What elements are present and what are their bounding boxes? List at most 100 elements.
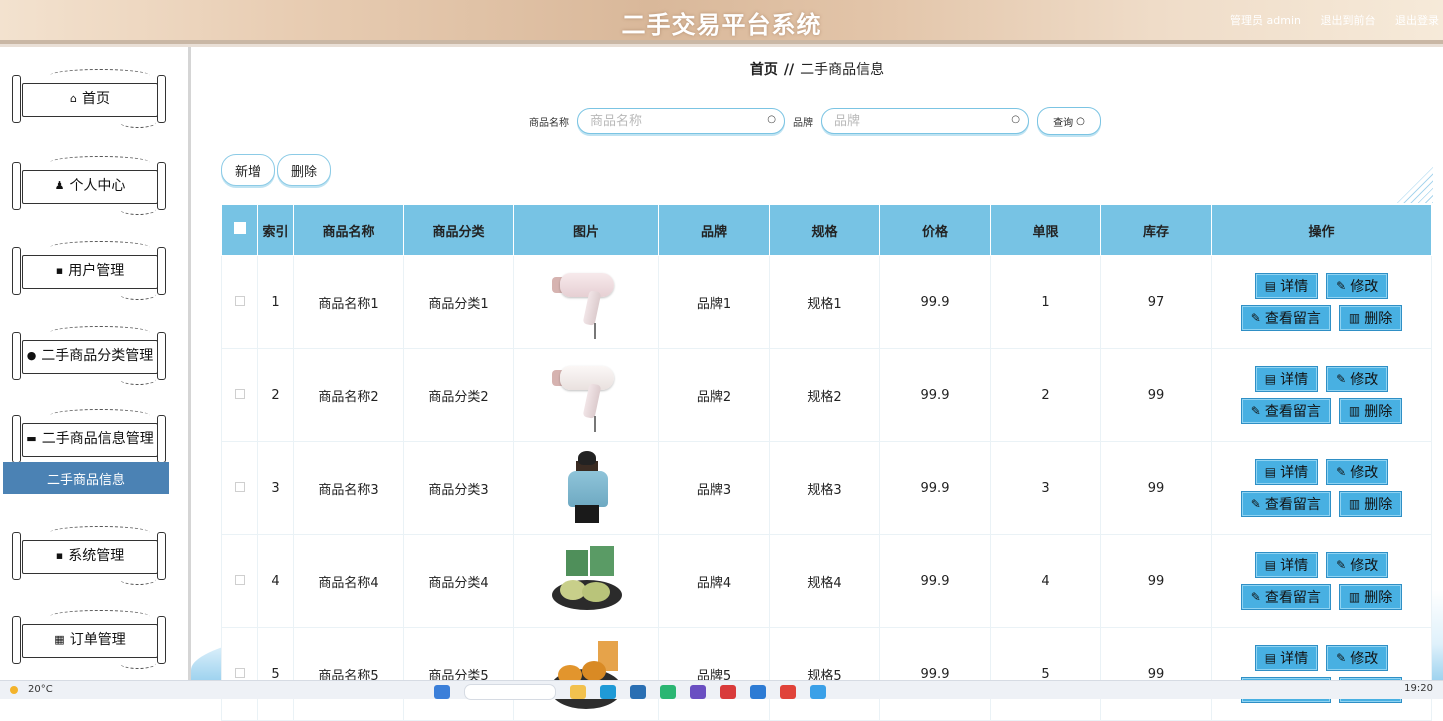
cell-image (513, 627, 659, 721)
name-search-input[interactable] (588, 112, 762, 130)
edit-label: 修改 (1350, 651, 1379, 667)
edit-button[interactable]: ✎ 修改 (1326, 366, 1389, 392)
brand-search-box: ○ (821, 108, 1029, 134)
brand-search-input[interactable] (832, 112, 1006, 130)
store-icon[interactable] (630, 685, 646, 699)
add-button[interactable]: 新增 (221, 154, 276, 186)
detail-button[interactable]: ▤ 详情 (1254, 645, 1319, 671)
header-user-links: 管理员 admin 退出到前台 退出登录 (1214, 12, 1439, 28)
os-taskbar: 20°C 19:20 (0, 680, 1443, 700)
document-icon: ▤ (1264, 279, 1277, 293)
package-box (566, 550, 588, 576)
batch-delete-button[interactable]: 删除 (277, 154, 332, 186)
row-select-cell (221, 534, 258, 628)
table-row: 2 商品名称2 商品分类2 品牌2 规格2 99.9 2 99 ▤ 详情 ✎ 修… (221, 348, 1432, 442)
delete-button[interactable]: ▥删除 (1338, 584, 1403, 610)
detail-button[interactable]: ▤ 详情 (1254, 366, 1319, 392)
breadcrumb-home[interactable]: 首页 (750, 62, 778, 78)
cell-name: 商品名称2 (293, 348, 404, 442)
table-icon: ▦ (54, 632, 65, 646)
detail-button[interactable]: ▤ 详情 (1254, 459, 1319, 485)
detail-label: 详情 (1280, 465, 1309, 481)
chat-icon[interactable] (660, 685, 676, 699)
app-icon[interactable] (720, 685, 736, 699)
comments-label: 查看留言 (1264, 404, 1321, 420)
grid-icon: ▪ (55, 548, 64, 562)
row-checkbox[interactable] (234, 388, 245, 399)
detail-button[interactable]: ▤ 详情 (1254, 273, 1319, 299)
column-header-index: 索引 (257, 204, 294, 256)
cell-actions: ▤详情 ✎修改 ✎查看留言 ▥删除 (1211, 348, 1432, 442)
sidebar-item-goods-management[interactable]: ▬ 二手商品信息管理 (10, 397, 170, 468)
cell-actions: ▤详情 ✎修改 ✎查看留言 ▥删除 (1211, 255, 1432, 349)
cake-piece (582, 582, 610, 602)
action-line: ▤ 详情 ✎ 修改 (1254, 273, 1389, 299)
row-checkbox[interactable] (234, 667, 245, 678)
main-content: 首页 // 二手商品信息 商品名称 ○ 品牌 ○ 查询 ○ 新增 删除 (191, 47, 1443, 721)
delete-button[interactable]: ▥删除 (1338, 305, 1403, 331)
view-comments-button[interactable]: ✎查看留言 (1240, 491, 1331, 517)
query-button[interactable]: 查询 ○ (1037, 107, 1101, 135)
person-icon: ♟ (54, 178, 65, 192)
taskbar-clock[interactable]: 19:20 (1404, 683, 1433, 694)
sidebar-item-home[interactable]: ⌂ 首页 (10, 57, 170, 128)
product-image-biscuits[interactable] (548, 635, 624, 713)
sidebar-item-content: ♟ 个人中心 (55, 175, 126, 195)
weather-sun-icon (10, 685, 18, 694)
scroll-doodle (50, 69, 150, 82)
sidebar-item-system[interactable]: ▪ 系统管理 (10, 514, 170, 585)
view-comments-button[interactable]: ✎查看留言 (1240, 584, 1331, 610)
product-image-hoodie[interactable] (548, 449, 624, 527)
submenu-goods-info[interactable]: 二手商品信息 (3, 462, 169, 494)
chrome-icon[interactable] (780, 685, 796, 699)
edit-button[interactable]: ✎ 修改 (1326, 645, 1389, 671)
exit-to-front-link[interactable]: 退出到前台 (1321, 14, 1376, 27)
pencil-icon: ✎ (1250, 404, 1261, 418)
detail-button[interactable]: ▤ 详情 (1254, 552, 1319, 578)
start-icon[interactable] (434, 685, 450, 699)
browser-icon[interactable] (600, 685, 616, 699)
comments-label: 查看留言 (1264, 497, 1321, 513)
cell-brand: 品牌4 (658, 534, 770, 628)
cell-image (513, 348, 659, 442)
row-checkbox[interactable] (234, 295, 245, 306)
select-all-header[interactable] (221, 204, 258, 256)
code-icon[interactable] (750, 685, 766, 699)
sidebar-item-users[interactable]: ▪ 用户管理 (10, 229, 170, 300)
ide-icon[interactable] (690, 685, 706, 699)
sidebar-item-personal-center[interactable]: ♟ 个人中心 (10, 144, 170, 215)
product-image-mooncakes[interactable] (548, 542, 624, 620)
delete-button[interactable]: ▥删除 (1338, 398, 1403, 424)
brand-search-label: 品牌 (793, 117, 813, 129)
edit-button[interactable]: ✎ 修改 (1326, 459, 1389, 485)
row-checkbox[interactable] (234, 481, 245, 492)
folder-icon[interactable] (570, 685, 586, 699)
edit-button[interactable]: ✎ 修改 (1326, 273, 1389, 299)
edit-label: 修改 (1350, 372, 1379, 388)
product-image-hair-dryer[interactable] (548, 263, 624, 341)
breadcrumb-separator: // (783, 62, 795, 78)
cell-category: 商品分类5 (403, 627, 514, 721)
sidebar-item-orders[interactable]: ▦ 订单管理 (10, 598, 170, 669)
select-all-checkbox[interactable] (233, 222, 246, 234)
breadcrumb-current: 二手商品信息 (800, 62, 885, 78)
top-header: 二手交易平台系统 管理员 admin 退出到前台 退出登录 (0, 0, 1443, 44)
delete-button[interactable]: ▥删除 (1338, 491, 1403, 517)
cell-category: 商品分类1 (403, 255, 514, 349)
cell-category: 商品分类2 (403, 348, 514, 442)
logout-link[interactable]: 退出登录 (1395, 14, 1439, 27)
name-search-label: 商品名称 (529, 117, 569, 129)
row-checkbox[interactable] (234, 574, 245, 585)
row-action-buttons: ▤详情 ✎修改 ✎查看留言 ▥删除 (1213, 366, 1430, 424)
sidebar-item-category-management[interactable]: ● 二手商品分类管理 (10, 314, 170, 385)
product-image-hair-dryer[interactable] (548, 356, 624, 434)
edit-button[interactable]: ✎ 修改 (1326, 552, 1389, 578)
cell-image (513, 534, 659, 628)
pencil-icon: ✎ (1250, 590, 1261, 604)
view-comments-button[interactable]: ✎查看留言 (1240, 305, 1331, 331)
scroll-rod (12, 332, 21, 380)
edge-icon[interactable] (810, 685, 826, 699)
weather-widget[interactable]: 20°C (10, 684, 53, 695)
search-icon: ○ (1011, 114, 1020, 125)
view-comments-button[interactable]: ✎查看留言 (1240, 398, 1331, 424)
